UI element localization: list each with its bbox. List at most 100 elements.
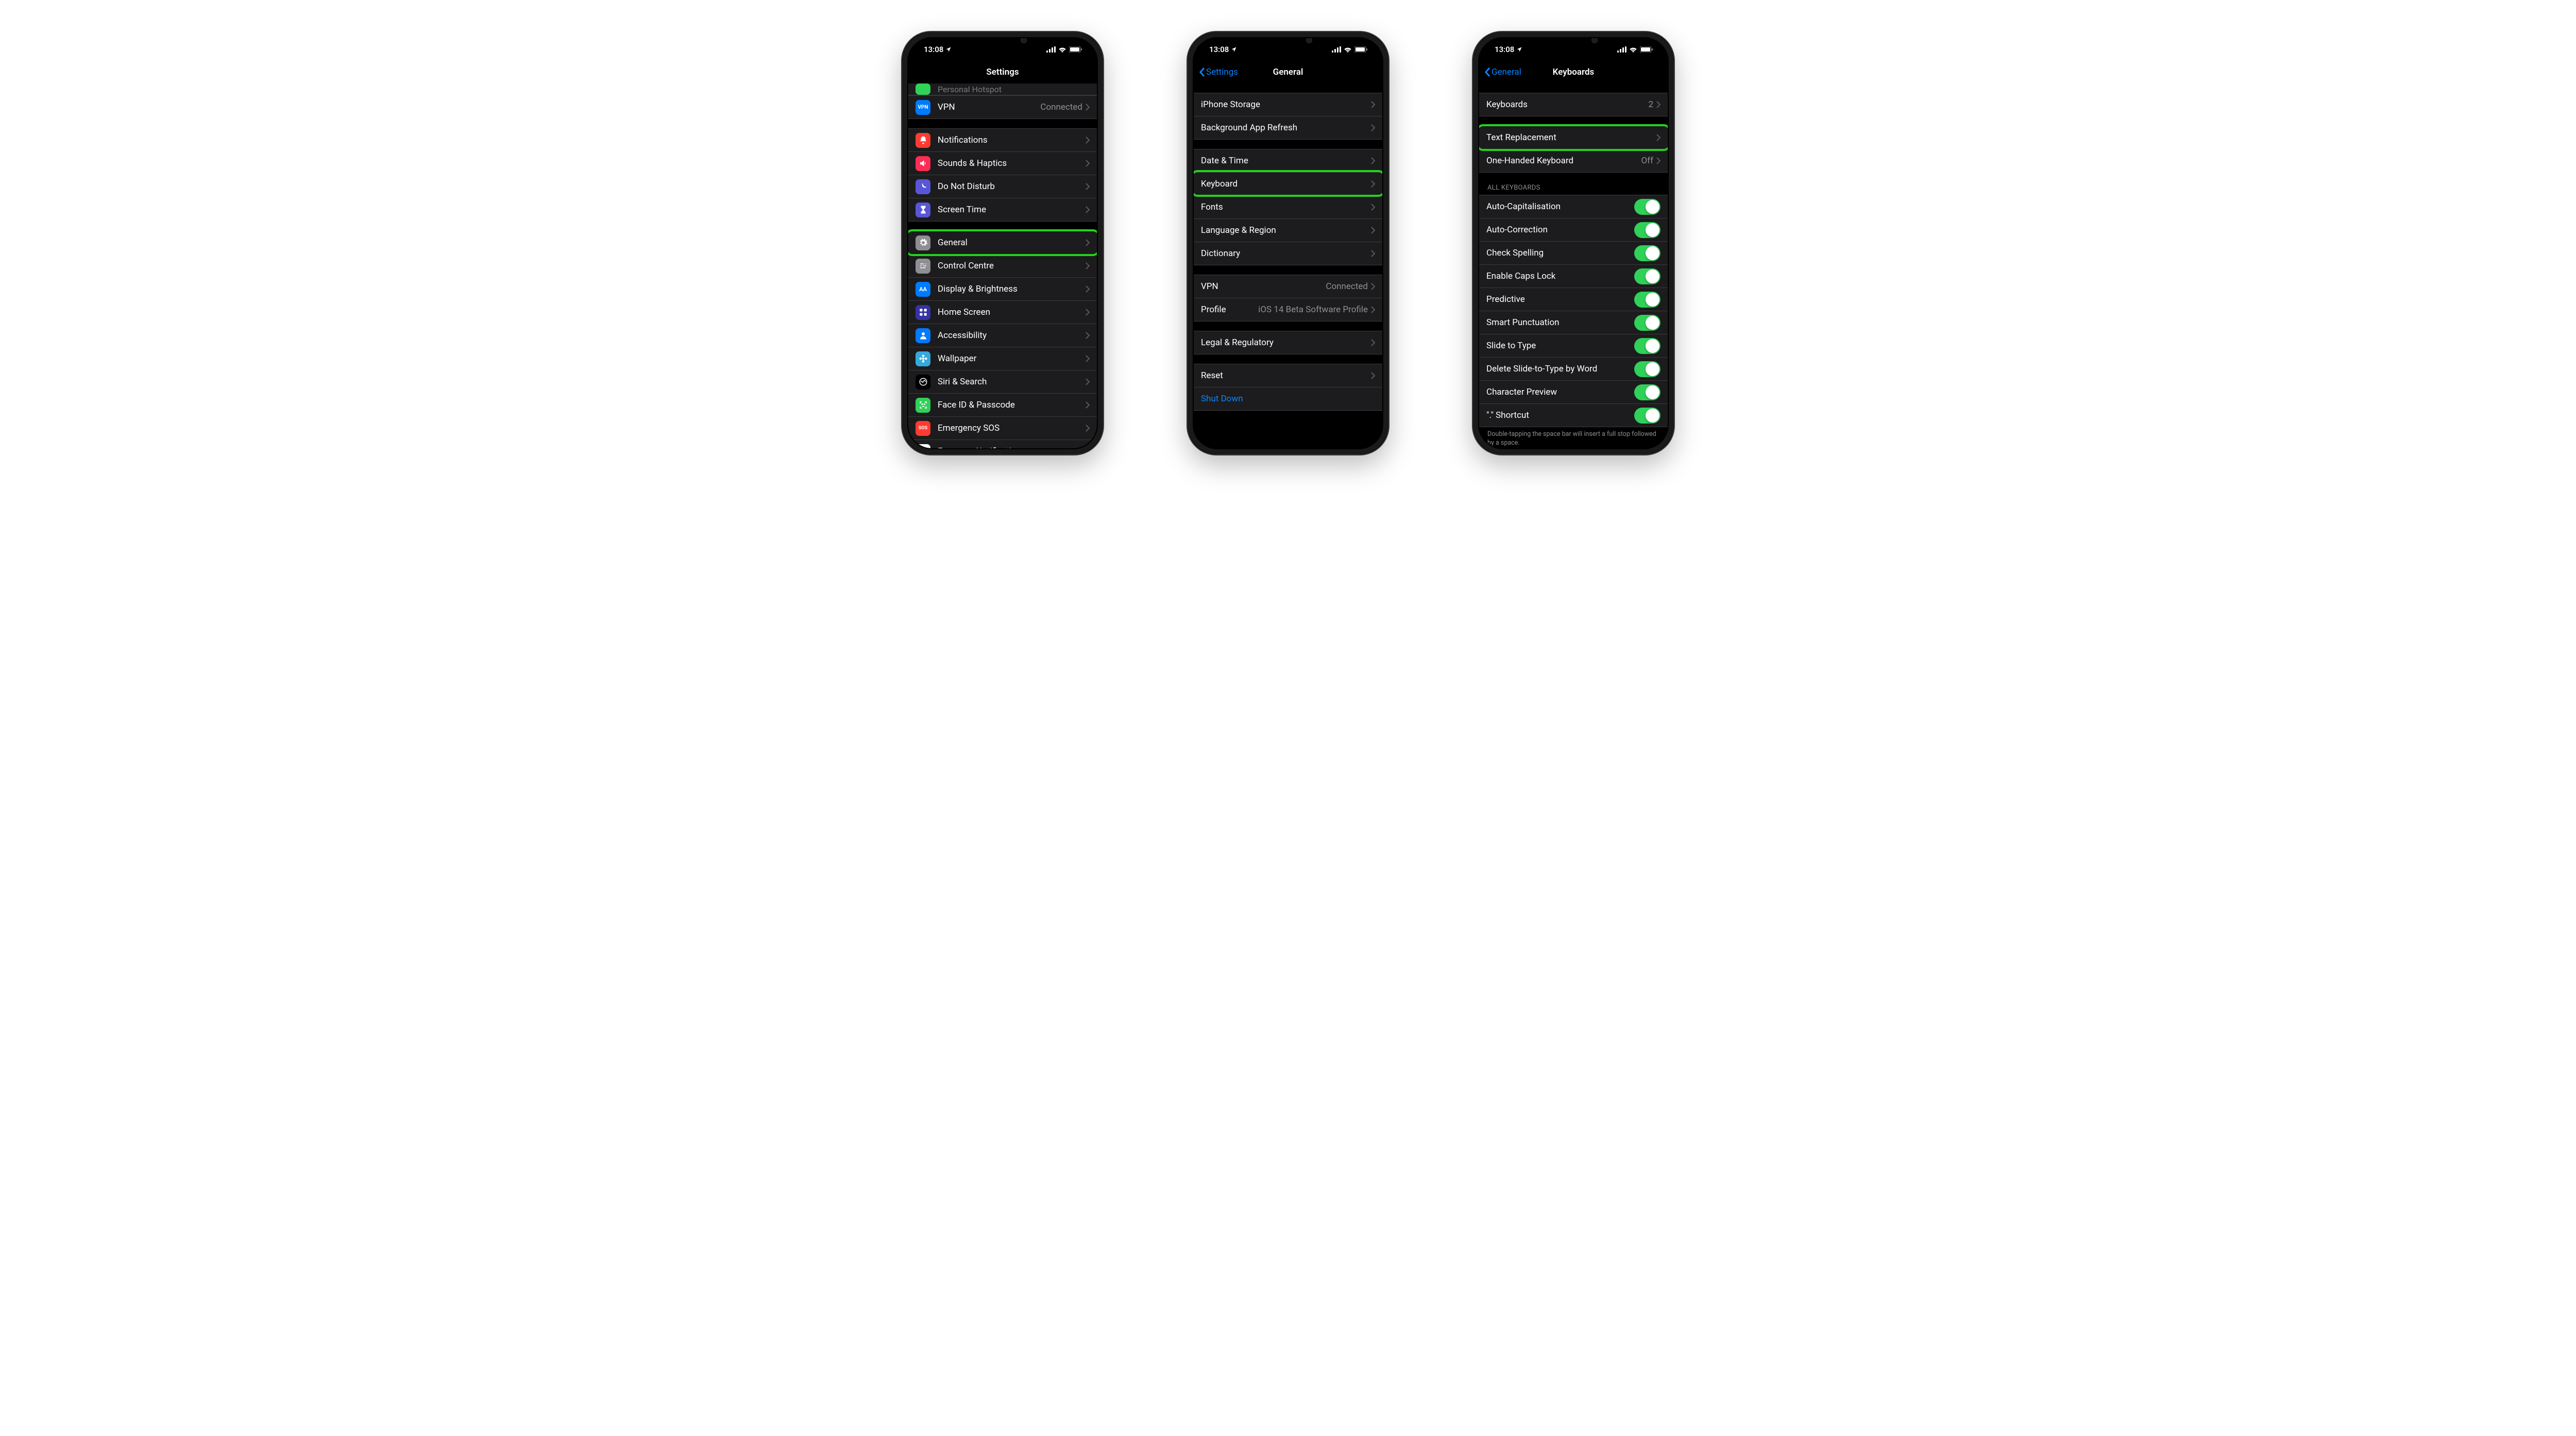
gear-icon <box>916 235 930 250</box>
chevron-right-icon <box>1086 332 1090 339</box>
row-label: One-Handed Keyboard <box>1486 156 1641 166</box>
row-keyboard[interactable]: Keyboard <box>1194 172 1382 195</box>
keyboards-content[interactable]: Keyboards 2 Text Replacement One-Handed … <box>1479 83 1668 448</box>
row-wallpaper[interactable]: Wallpaper <box>908 347 1097 370</box>
row-label: Emergency SOS <box>938 423 1086 433</box>
row-enable-caps-lock: Enable Caps Lock <box>1479 264 1668 288</box>
chevron-right-icon <box>1371 204 1375 211</box>
chevron-right-icon <box>1371 180 1375 188</box>
row-keyboards[interactable]: Keyboards 2 <box>1479 93 1668 116</box>
wifi-icon <box>1058 46 1066 53</box>
row-label: Profile <box>1201 305 1258 315</box>
row-background-app-refresh[interactable]: Background App Refresh <box>1194 116 1382 139</box>
row-accessibility[interactable]: Accessibility <box>908 324 1097 347</box>
row-personal-hotspot-partial[interactable]: Personal Hotspot <box>908 83 1097 95</box>
row-shortcut: "." Shortcut <box>1479 403 1668 427</box>
row-label: iPhone Storage <box>1201 99 1371 110</box>
chevron-right-icon <box>1086 262 1090 269</box>
home-indicator[interactable] <box>968 448 1037 451</box>
row-profile[interactable]: Profile iOS 14 Beta Software Profile <box>1194 298 1382 321</box>
row-home-screen[interactable]: Home Screen <box>908 300 1097 324</box>
toggle-check-spelling[interactable] <box>1634 245 1660 261</box>
home-indicator[interactable] <box>1539 448 1608 451</box>
row-vpn[interactable]: VPN Connected <box>1194 275 1382 298</box>
row-display-brightness[interactable]: AA Display & Brightness <box>908 277 1097 300</box>
home-indicator[interactable] <box>1253 448 1323 451</box>
location-icon <box>1516 46 1522 53</box>
chevron-right-icon <box>1086 378 1090 385</box>
row-auto-correction: Auto-Correction <box>1479 218 1668 241</box>
group-reset: Reset Shut Down <box>1194 364 1382 411</box>
row-label: Background App Refresh <box>1201 123 1371 133</box>
row-vpn[interactable]: VPN VPN Connected <box>908 96 1097 119</box>
back-button[interactable]: Settings <box>1199 67 1238 77</box>
row-one-handed-keyboard[interactable]: One-Handed Keyboard Off <box>1479 149 1668 172</box>
hotspot-icon <box>916 83 930 95</box>
toggle-shortcut[interactable] <box>1634 408 1660 424</box>
row-text-replacement[interactable]: Text Replacement <box>1479 126 1668 149</box>
toggle-slide-to-type[interactable] <box>1634 338 1660 354</box>
chevron-right-icon <box>1086 309 1090 316</box>
bell-icon <box>916 133 930 148</box>
toggle-auto-correction[interactable] <box>1634 222 1660 238</box>
chevron-right-icon <box>1371 157 1375 164</box>
row-detail: iOS 14 Beta Software Profile <box>1258 305 1368 315</box>
group-vpn-profile: VPN Connected Profile iOS 14 Beta Softwa… <box>1194 275 1382 322</box>
group-legal: Legal & Regulatory <box>1194 331 1382 354</box>
row-fonts[interactable]: Fonts <box>1194 195 1382 218</box>
status-time: 13:08 <box>924 45 943 54</box>
row-sounds-haptics[interactable]: Sounds & Haptics <box>908 151 1097 175</box>
row-emergency-sos[interactable]: SOS Emergency SOS <box>908 416 1097 440</box>
row-notifications[interactable]: Notifications <box>908 129 1097 151</box>
row-label: Smart Punctuation <box>1486 317 1634 328</box>
row-siri-search[interactable]: Siri & Search <box>908 370 1097 393</box>
back-label: Settings <box>1206 67 1238 77</box>
device-settings: 13:08 Settings Personal Hotspot <box>901 31 1104 455</box>
row-legal-regulatory[interactable]: Legal & Regulatory <box>1194 331 1382 354</box>
row-iphone-storage[interactable]: iPhone Storage <box>1194 93 1382 116</box>
speaker-icon <box>916 156 930 171</box>
row-dictionary[interactable]: Dictionary <box>1194 242 1382 265</box>
group-keyboards-count: Keyboards 2 <box>1479 93 1668 116</box>
toggle-auto-capitalisation[interactable] <box>1634 199 1660 215</box>
row-language-region[interactable]: Language & Region <box>1194 218 1382 242</box>
row-detail: Connected <box>1326 281 1368 292</box>
row-detail: Off <box>1641 156 1653 166</box>
toggle-predictive[interactable] <box>1634 292 1660 308</box>
toggle-smart-punctuation[interactable] <box>1634 315 1660 331</box>
cellular-icon <box>1617 46 1626 53</box>
text-icon: SOS <box>916 421 930 436</box>
general-content[interactable]: iPhone Storage Background App Refresh Da… <box>1194 83 1382 448</box>
row-exposure-notifications[interactable]: Exposure Notifications <box>908 440 1097 448</box>
chevron-right-icon <box>1656 157 1660 164</box>
toggle-character-preview[interactable] <box>1634 384 1660 400</box>
group-text-replacement: Text Replacement One-Handed Keyboard Off <box>1479 126 1668 173</box>
status-time: 13:08 <box>1495 45 1514 54</box>
text-icon: AA <box>916 282 930 297</box>
row-do-not-disturb[interactable]: Do Not Disturb <box>908 175 1097 198</box>
chevron-right-icon <box>1086 137 1090 144</box>
toggle-enable-caps-lock[interactable] <box>1634 268 1660 284</box>
row-label: Do Not Disturb <box>938 181 1086 192</box>
notch <box>1524 32 1622 47</box>
toggle-delete-slide-to-type-by-word[interactable] <box>1634 361 1660 377</box>
settings-content[interactable]: Personal Hotspot VPN VPN Connected Notif… <box>908 83 1097 448</box>
chevron-right-icon <box>1086 183 1090 190</box>
row-label: VPN <box>938 102 1040 112</box>
section-header-all-keyboards: ALL KEYBOARDS <box>1479 173 1668 195</box>
row-shut-down[interactable]: Shut Down <box>1194 387 1382 410</box>
row-screen-time[interactable]: Screen Time <box>908 198 1097 221</box>
group-notifications: Notifications Sounds & Haptics Do Not Di… <box>908 128 1097 222</box>
row-label: Fonts <box>1201 202 1371 212</box>
back-button[interactable]: General <box>1484 67 1521 77</box>
flower-icon <box>916 351 930 366</box>
row-control-centre[interactable]: Control Centre <box>908 254 1097 277</box>
row-reset[interactable]: Reset <box>1194 364 1382 387</box>
battery-icon <box>1069 46 1082 53</box>
row-date-time[interactable]: Date & Time <box>1194 149 1382 172</box>
faceid-icon <box>916 398 930 413</box>
row-general[interactable]: General <box>908 231 1097 254</box>
wifi-icon <box>1344 46 1352 53</box>
grid-icon <box>916 305 930 320</box>
row-face-id-passcode[interactable]: Face ID & Passcode <box>908 393 1097 416</box>
